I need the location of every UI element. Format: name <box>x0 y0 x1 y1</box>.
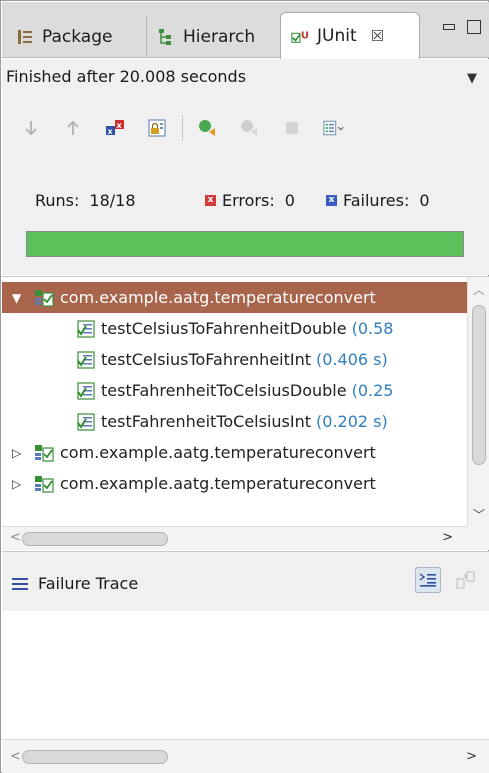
failure-trace-title: Failure Trace <box>12 574 138 593</box>
failures-counter: x Failures: 0 <box>326 191 430 210</box>
compare-icon <box>456 571 475 589</box>
scroll-thumb[interactable] <box>22 750 168 764</box>
test-case-ok-icon <box>77 381 95 400</box>
tree-row-label: testFahrenheitToCelsiusInt <box>101 412 312 431</box>
stop-icon[interactable] <box>281 117 303 139</box>
tree-suite-row[interactable]: ▷ com.example.aatg.temperatureconvert <box>2 437 467 468</box>
errors-counter: x Errors: 0 <box>205 191 295 210</box>
progress-fill <box>27 232 463 256</box>
test-run-history-icon[interactable] <box>323 117 345 139</box>
errors-value: 0 <box>284 191 295 210</box>
horizontal-scrollbar[interactable]: < > <box>2 526 467 550</box>
show-failures-only-icon[interactable]: x x <box>104 117 126 139</box>
runs-label: Runs: <box>35 191 80 210</box>
scrollbar-corner <box>467 526 489 550</box>
failures-value: 0 <box>419 191 430 210</box>
test-suite-ok-icon <box>34 444 54 462</box>
tree-row-label: testCelsiusToFahrenheitInt <box>101 350 312 369</box>
next-failure-icon[interactable] <box>20 117 42 139</box>
junit-view: Package Hierarch U JUnit ☒ Finished afte… <box>0 0 489 773</box>
stack-trace-icon <box>12 577 28 590</box>
runs-counter: Runs: 18/18 <box>35 191 136 210</box>
tab-junit-label: JUnit <box>317 26 357 46</box>
expand-arrow-icon[interactable]: ▷ <box>12 477 26 491</box>
package-explorer-icon <box>16 28 34 46</box>
view-menu-icon[interactable]: ▼ <box>467 71 477 86</box>
tab-junit[interactable]: U JUnit ☒ <box>280 12 420 59</box>
scroll-right-icon[interactable]: > <box>466 749 477 764</box>
status-text: Finished after 20.008 seconds <box>6 67 247 86</box>
tree-row-label: com.example.aatg.temperatureconvert <box>60 288 376 307</box>
collapse-arrow-icon[interactable]: ▼ <box>12 291 26 305</box>
test-tree[interactable]: ︿ ﹀ ▼ com.example.aatg.temperatureconvert… <box>2 276 489 527</box>
tab-hierarchy-label: Hierarch <box>183 27 256 47</box>
svg-text:x: x <box>117 121 123 130</box>
progress-area <box>2 223 489 275</box>
close-icon[interactable]: ☒ <box>371 27 384 45</box>
scroll-left-icon[interactable]: < <box>10 530 21 545</box>
test-case-ok-icon <box>77 350 95 369</box>
tree-row-label: testFahrenheitToCelsiusDouble <box>101 381 347 400</box>
tab-package-label: Package <box>42 27 113 47</box>
filter-icon <box>419 573 436 587</box>
junit-toolbar: x x <box>2 93 489 163</box>
failure-icon: x <box>326 195 337 206</box>
compare-results-button[interactable] <box>455 569 477 591</box>
failure-trace-label: Failure Trace <box>38 574 139 593</box>
expand-arrow-icon[interactable]: ▷ <box>12 446 26 460</box>
test-suite-ok-icon <box>34 289 54 307</box>
status-bar: Finished after 20.008 seconds ▼ <box>2 59 489 93</box>
test-case-ok-icon <box>77 412 95 431</box>
scroll-thumb[interactable] <box>472 305 486 465</box>
error-icon: x <box>205 195 216 206</box>
tree-row-label: testCelsiusToFahrenheitDouble <box>101 319 347 338</box>
scroll-left-icon[interactable]: < <box>10 749 21 764</box>
tree-row-time: (0.202 s) <box>316 412 388 431</box>
tree-row-label: com.example.aatg.temperatureconvert <box>60 443 376 462</box>
svg-text:x: x <box>108 127 114 136</box>
failures-label: Failures: <box>343 191 410 210</box>
scroll-right-icon[interactable]: > <box>442 530 453 545</box>
hierarchy-icon <box>157 28 175 46</box>
rerun-failed-first-icon[interactable] <box>239 117 261 139</box>
scroll-lock-icon[interactable] <box>146 117 168 139</box>
scroll-up-icon[interactable]: ︿ <box>473 281 485 298</box>
progress-bar <box>26 231 464 257</box>
svg-text:U: U <box>301 31 309 42</box>
tab-hierarchy[interactable]: Hierarch <box>146 16 278 58</box>
scroll-down-icon[interactable]: ﹀ <box>473 506 485 523</box>
tree-row-label: com.example.aatg.temperatureconvert <box>60 474 376 493</box>
tree-suite-row[interactable]: ▷ com.example.aatg.temperatureconvert <box>2 468 467 499</box>
test-counters: Runs: 18/18 x Errors: 0 x Failures: 0 <box>2 163 489 223</box>
view-tab-bar: Package Hierarch U JUnit ☒ <box>2 2 489 59</box>
filter-stack-trace-button[interactable] <box>415 567 441 593</box>
vertical-scrollbar[interactable]: ︿ ﹀ <box>467 277 489 527</box>
tree-testcase-row[interactable]: testFahrenheitToCelsiusInt (0.202 s) <box>2 406 467 437</box>
errors-label: Errors: <box>222 191 275 210</box>
trace-horizontal-scrollbar[interactable]: < > <box>2 739 489 773</box>
tree-suite-row[interactable]: ▼ com.example.aatg.temperatureconvert <box>2 282 467 313</box>
failure-trace-content[interactable] <box>2 611 489 739</box>
tab-package[interactable]: Package <box>6 16 141 58</box>
tree-testcase-row[interactable]: testFahrenheitToCelsiusDouble (0.25 <box>2 375 467 406</box>
tree-row-time: (0.406 s) <box>316 350 388 369</box>
maximize-icon[interactable] <box>467 20 481 34</box>
tree-row-time: (0.25 <box>351 381 394 400</box>
window-controls <box>443 20 481 34</box>
test-suite-ok-icon <box>34 475 54 493</box>
toolbar-separator <box>182 115 183 141</box>
tree-testcase-row[interactable]: testCelsiusToFahrenheitInt (0.406 s) <box>2 344 467 375</box>
scroll-thumb[interactable] <box>22 532 168 546</box>
failure-trace-header: Failure Trace <box>2 551 489 611</box>
minimize-icon[interactable] <box>443 24 455 30</box>
rerun-tests-icon[interactable] <box>197 117 219 139</box>
test-case-ok-icon <box>77 319 95 338</box>
junit-icon: U <box>291 27 309 45</box>
previous-failure-icon[interactable] <box>62 117 84 139</box>
tree-testcase-row[interactable]: testCelsiusToFahrenheitDouble (0.58 <box>2 313 467 344</box>
tree-row-time: (0.58 <box>351 319 394 338</box>
runs-value: 18/18 <box>89 191 136 210</box>
